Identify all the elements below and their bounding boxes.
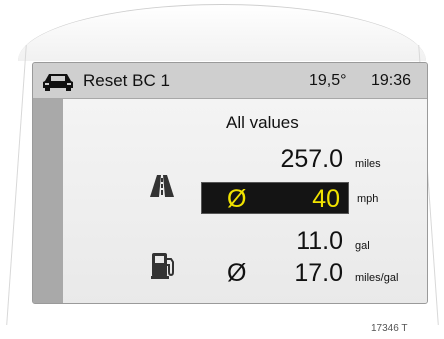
bezel-edge-left <box>6 45 33 325</box>
distance-unit: miles <box>355 158 381 170</box>
fuel-pump-icon <box>151 253 174 279</box>
outside-temperature: 19,5° <box>309 72 347 89</box>
clock: 19:36 <box>371 72 412 89</box>
average-consumption-value: 17.0 <box>294 259 343 287</box>
screen-title: Reset BC 1 <box>83 71 170 90</box>
average-speed-highlight: Ø 40 <box>201 182 349 214</box>
average-speed-value: 40 <box>312 185 340 213</box>
average-symbol: Ø <box>227 185 247 213</box>
consumption-unit: miles/gal <box>355 272 399 284</box>
distance-value: 257.0 <box>280 145 343 173</box>
road-icon <box>150 175 174 197</box>
panel-subtitle: All values <box>226 113 299 132</box>
figure-code: 17346 T <box>371 323 408 334</box>
speed-unit: mph <box>357 193 379 205</box>
average-symbol: Ø <box>227 259 247 287</box>
side-strip <box>33 99 63 303</box>
status-bar: Reset BC 1 19,5° 19:36 <box>33 63 427 99</box>
fuel-used-unit: gal <box>355 240 370 252</box>
board-computer-display: Reset BC 1 19,5° 19:36 All values 257.0 … <box>32 62 428 304</box>
fuel-used-value: 11.0 <box>296 227 343 255</box>
values-panel: All values 257.0 miles Ø 40 mph 11.0 gal… <box>63 99 427 303</box>
instrument-housing: Reset BC 1 19,5° 19:36 All values 257.0 … <box>0 0 444 339</box>
car-icon <box>43 74 73 91</box>
instrument-bezel <box>18 4 426 61</box>
